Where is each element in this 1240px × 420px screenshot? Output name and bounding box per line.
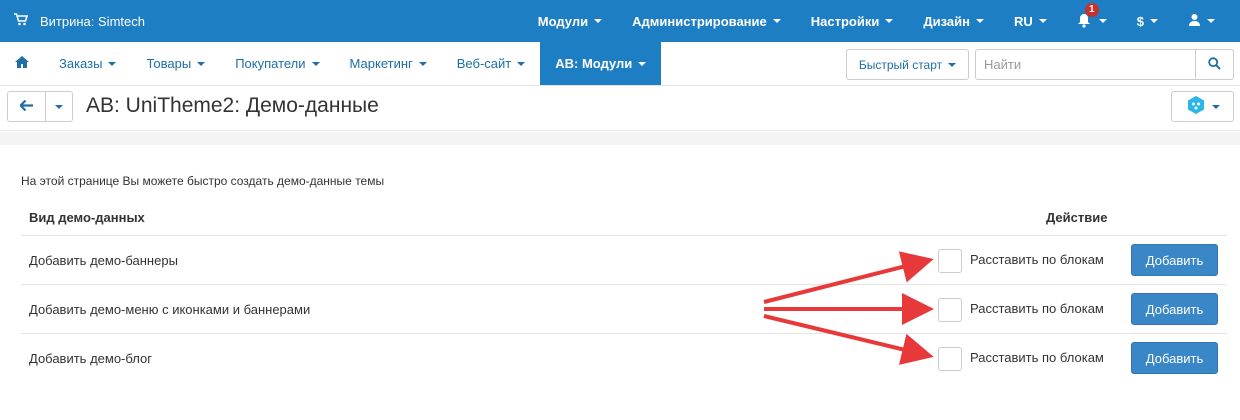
top-bar: Витрина: Simtech Модули Администрировани…	[0, 0, 1240, 42]
nav-customers[interactable]: Покупатели	[220, 42, 334, 85]
menu-modules[interactable]: Модули	[523, 0, 617, 42]
addon-menu-button[interactable]	[1171, 91, 1234, 122]
chevron-down-icon	[1150, 19, 1158, 23]
currency-selector[interactable]: $	[1122, 0, 1173, 42]
language-selector[interactable]: RU	[999, 0, 1062, 42]
checkbox-label: Расставить по блокам	[970, 252, 1104, 267]
chevron-down-icon	[885, 19, 894, 23]
nav-home[interactable]	[0, 42, 44, 85]
chevron-down-icon	[772, 19, 781, 23]
chevron-down-icon	[948, 62, 957, 67]
chevron-down-icon	[594, 19, 603, 23]
addon-logo-icon	[1186, 95, 1206, 118]
nav-ab-modules-label: AB: Модули	[555, 56, 633, 71]
home-icon	[15, 56, 29, 71]
arrow-left-icon	[18, 99, 33, 114]
row-label: Добавить демо-баннеры	[29, 253, 178, 268]
section-divider	[0, 132, 1240, 145]
chevron-down-icon	[1207, 19, 1215, 23]
nav-customers-label: Покупатели	[235, 56, 306, 71]
chevron-down-icon	[638, 61, 647, 66]
page-title: AB: UniTheme2: Демо-данные	[86, 94, 379, 117]
menu-settings-label: Настройки	[810, 13, 880, 29]
menu-administration-label: Администрирование	[632, 13, 767, 29]
chevron-down-icon	[1098, 19, 1107, 23]
back-button-group	[7, 91, 73, 122]
checkbox-label: Расставить по блокам	[970, 350, 1104, 365]
nav-orders-label: Заказы	[59, 56, 103, 71]
search-icon	[1208, 56, 1221, 73]
menu-modules-label: Модули	[537, 13, 589, 29]
currency-label: $	[1136, 13, 1144, 29]
chevron-down-icon	[1211, 104, 1220, 109]
nav-marketing[interactable]: Маркетинг	[335, 42, 442, 85]
title-bar: AB: UniTheme2: Демо-данные	[0, 87, 1240, 131]
main-navbar: Заказы Товары Покупатели Маркетинг Веб-с…	[0, 42, 1240, 86]
nav-marketing-label: Маркетинг	[349, 56, 413, 71]
back-history-dropdown[interactable]	[46, 92, 72, 121]
add-button[interactable]: Добавить	[1131, 293, 1218, 325]
nav-products-label: Товары	[146, 56, 192, 71]
search-button[interactable]	[1195, 50, 1233, 79]
checkbox-label: Расставить по блокам	[970, 301, 1104, 316]
search-box	[975, 49, 1234, 80]
row-label: Добавить демо-блог	[29, 351, 152, 366]
nav-orders[interactable]: Заказы	[44, 42, 131, 85]
place-in-blocks-checkbox[interactable]	[938, 347, 962, 371]
intro-text: На этой странице Вы можете быстро создат…	[21, 174, 385, 188]
column-header-action: Действие	[1046, 210, 1108, 225]
chevron-down-icon	[55, 104, 63, 109]
chevron-down-icon	[311, 61, 320, 66]
search-input[interactable]	[976, 50, 1195, 79]
notifications-menu[interactable]: 1	[1062, 0, 1122, 42]
chevron-down-icon	[418, 61, 427, 66]
top-menu: Модули Администрирование Настройки Дизай…	[523, 0, 1230, 42]
user-icon	[1188, 13, 1201, 29]
user-menu[interactable]	[1173, 0, 1230, 42]
place-in-blocks-checkbox[interactable]	[938, 249, 962, 273]
menu-design[interactable]: Дизайн	[908, 0, 999, 42]
column-header-type: Вид демо-данных	[29, 210, 145, 225]
notification-badge: 1	[1084, 3, 1099, 17]
nav-website-label: Веб-сайт	[456, 56, 512, 71]
chevron-down-icon	[197, 61, 206, 66]
menu-design-label: Дизайн	[923, 13, 970, 29]
add-button[interactable]: Добавить	[1131, 244, 1218, 276]
nav-tabs: Заказы Товары Покупатели Маркетинг Веб-с…	[0, 42, 662, 85]
quick-start-button[interactable]: Быстрый старт	[846, 49, 969, 80]
add-button[interactable]: Добавить	[1131, 342, 1218, 374]
table-row: Добавить демо-блог Расставить по блокам …	[21, 333, 1227, 382]
bell-icon: 1	[1077, 3, 1099, 29]
back-button[interactable]	[8, 92, 46, 121]
nav-website[interactable]: Веб-сайт	[442, 42, 540, 85]
table-row: Добавить демо-баннеры Расставить по блок…	[21, 235, 1227, 284]
chevron-down-icon	[108, 61, 117, 66]
row-label: Добавить демо-меню с иконками и баннерам…	[29, 302, 311, 317]
menu-settings[interactable]: Настройки	[796, 0, 909, 42]
quick-start-label: Быстрый старт	[858, 57, 943, 72]
store-selector[interactable]: Витрина: Simtech	[14, 0, 145, 42]
chevron-down-icon	[975, 19, 984, 23]
cart-icon	[14, 13, 29, 29]
nav-ab-modules[interactable]: AB: Модули	[540, 42, 662, 85]
place-in-blocks-checkbox[interactable]	[938, 298, 962, 322]
language-label: RU	[1013, 13, 1033, 29]
table-row: Добавить демо-меню с иконками и баннерам…	[21, 284, 1227, 333]
chevron-down-icon	[1038, 19, 1047, 23]
menu-administration[interactable]: Администрирование	[617, 0, 796, 42]
store-label: Витрина: Simtech	[40, 13, 145, 29]
chevron-down-icon	[517, 61, 526, 66]
nav-products[interactable]: Товары	[131, 42, 220, 85]
